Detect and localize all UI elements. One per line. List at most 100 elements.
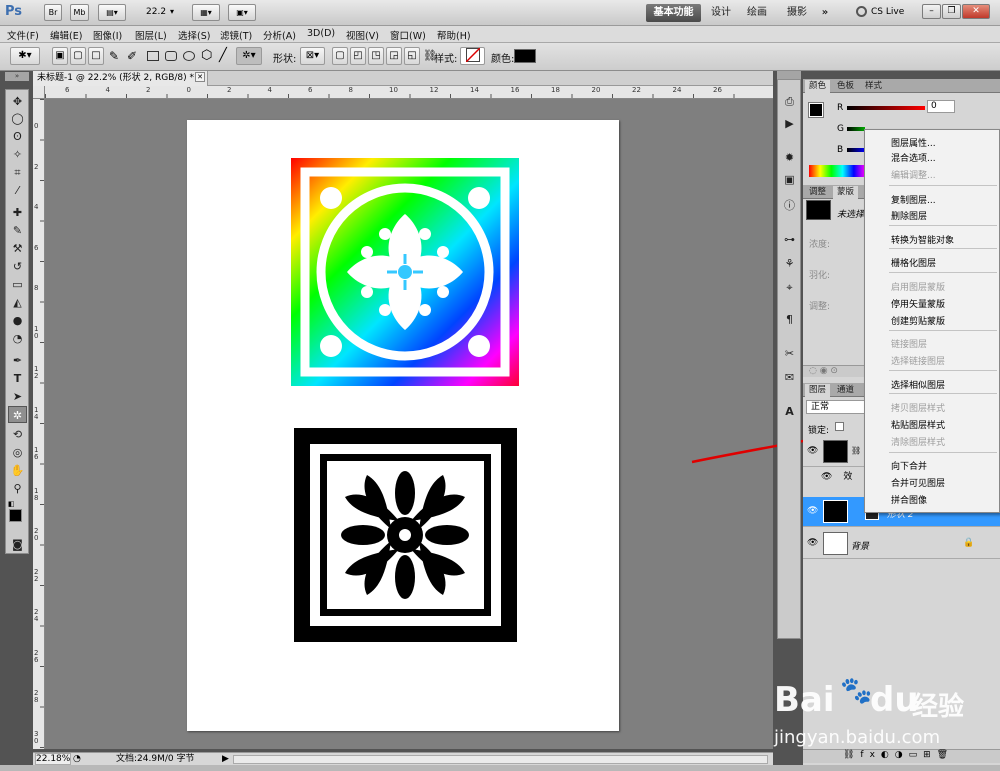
menu-select[interactable]: 选择(S) — [178, 28, 210, 42]
hand-tool-icon[interactable]: ✋ — [8, 462, 27, 479]
status-zoom[interactable]: 22.18% — [35, 753, 71, 765]
menu-file[interactable]: 文件(F) — [7, 28, 39, 42]
more-workspaces-button[interactable]: » — [817, 4, 833, 22]
black-ornament-shape[interactable] — [294, 428, 517, 642]
effects-row[interactable]: 👁 效 — [821, 469, 852, 482]
polygon-tool-icon[interactable]: ⬡ — [201, 48, 212, 63]
quick-mask-icon[interactable]: ◙ — [8, 536, 27, 553]
workspace-photography[interactable]: 摄影 — [784, 4, 810, 22]
context-menu-item[interactable]: 复制图层... — [891, 193, 936, 206]
screen-mode-button[interactable]: ▣▾ — [228, 4, 256, 21]
context-menu-item[interactable]: 图层属性... — [891, 136, 936, 149]
move-tool-icon[interactable]: ✥ — [8, 93, 27, 110]
eye-icon[interactable]: 👁 — [807, 506, 818, 516]
eraser-tool-icon[interactable]: ▭ — [8, 276, 27, 293]
clone-stamp-icon[interactable]: ⚒ — [8, 240, 27, 257]
rainbow-ornament-shape[interactable] — [291, 158, 519, 386]
blur-tool-icon[interactable]: ● — [8, 312, 27, 329]
eye-icon[interactable]: 👁 — [821, 472, 832, 482]
workspace-design[interactable]: 设计 — [708, 4, 734, 22]
horizontal-scrollbar[interactable] — [233, 755, 768, 764]
pen-tool-icon[interactable]: ✎ — [109, 49, 119, 63]
context-menu-item[interactable]: 混合选项... — [891, 151, 936, 164]
layer-row-background[interactable]: 👁 背景 🔒 — [803, 529, 1000, 559]
context-menu-item[interactable]: 拼合图像 — [891, 493, 927, 506]
fill-pixels-button[interactable]: □ — [88, 47, 104, 65]
history-brush-icon[interactable]: ↺ — [8, 258, 27, 275]
blend-mode-select[interactable]: 正常 — [806, 400, 866, 414]
dodge-tool-icon[interactable]: ◔ — [8, 330, 27, 347]
paragraph-icon[interactable]: ¶ — [781, 312, 798, 327]
red-slider[interactable] — [847, 106, 925, 110]
brush-tool-icon[interactable]: ✎ — [8, 222, 27, 239]
eye-icon[interactable]: 👁 — [807, 538, 818, 548]
tab-swatches[interactable]: 色板 — [833, 80, 858, 93]
document-tab[interactable]: 未标题-1 @ 22.2% (形状 2, RGB/8) * ✕ — [33, 71, 208, 86]
add-shape-area-button[interactable]: ◰ — [350, 47, 366, 65]
color-swatch[interactable] — [514, 49, 536, 63]
character-icon[interactable]: A — [781, 404, 798, 419]
exclude-shape-area-button[interactable]: ◱ — [404, 47, 420, 65]
context-menu-item[interactable]: 选择相似图层 — [891, 378, 945, 391]
tab-color[interactable]: 颜色 — [805, 80, 831, 93]
tab-adjustments[interactable]: 调整 — [805, 186, 830, 199]
freeform-pen-icon[interactable]: ✐ — [127, 49, 137, 63]
context-menu-item[interactable]: 合并可见图层 — [891, 476, 945, 489]
workspace-painting[interactable]: 绘画 — [744, 4, 770, 22]
menu-filter[interactable]: 滤镜(T) — [220, 28, 252, 42]
tab-styles[interactable]: 样式 — [861, 80, 886, 93]
custom-shape-tool-icon[interactable]: ✲ — [8, 406, 27, 423]
minibridge-button[interactable]: Mb — [70, 4, 89, 21]
shape-layers-button[interactable]: ▣ — [52, 47, 68, 65]
new-shape-area-button[interactable]: ▢ — [332, 47, 348, 65]
3d-rotate-icon[interactable]: ⟲ — [8, 426, 27, 443]
blue-slider[interactable] — [847, 148, 865, 152]
eye-icon[interactable]: 👁 — [807, 446, 818, 456]
minimize-button[interactable]: – — [922, 4, 941, 19]
3d-orbit-icon[interactable]: ◎ — [8, 444, 27, 461]
color-ramp[interactable] — [809, 165, 865, 177]
menu-window[interactable]: 窗口(W) — [390, 28, 426, 42]
eyedropper-tool-icon[interactable]: ⁄ — [8, 182, 27, 199]
tools-3d-icon[interactable]: ✂ — [781, 346, 798, 361]
lasso-tool-icon[interactable]: ʘ — [8, 128, 27, 145]
green-slider[interactable] — [847, 127, 865, 131]
zoom-tool-icon[interactable]: ⚲ — [8, 480, 27, 497]
cslive-button[interactable]: CS Live — [871, 7, 904, 17]
actions-icon[interactable]: ▶ — [781, 116, 798, 131]
brush-presets-icon[interactable]: ✹ — [781, 150, 798, 165]
panel-fg-color[interactable] — [808, 102, 824, 118]
subtract-shape-area-button[interactable]: ◳ — [368, 47, 384, 65]
rounded-rectangle-icon[interactable] — [165, 51, 177, 61]
icon-strip-header[interactable] — [777, 71, 801, 79]
3d-panel-icon[interactable]: ⚘ — [781, 256, 798, 271]
line-tool-icon[interactable]: ╱ — [219, 48, 227, 63]
healing-brush-icon[interactable]: ✚ — [8, 204, 27, 221]
arrange-documents-button[interactable]: ▦▾ — [192, 4, 220, 21]
intersect-shape-area-button[interactable]: ◲ — [386, 47, 402, 65]
restore-button[interactable]: ❐ — [942, 4, 961, 19]
foreground-color-swatch[interactable] — [9, 509, 22, 522]
custom-shape-tool-icon[interactable]: ✲▾ — [236, 47, 262, 65]
history-icon[interactable]: ⎙ — [781, 94, 798, 109]
chevron-down-icon[interactable]: ▾ — [170, 7, 174, 16]
menu-view[interactable]: 视图(V) — [346, 28, 379, 42]
tab-masks[interactable]: 蒙版 — [833, 186, 859, 199]
menu-analysis[interactable]: 分析(A) — [263, 28, 296, 42]
view-extras-button[interactable]: ▤▾ — [98, 4, 126, 21]
type-tool-icon[interactable]: T — [8, 370, 27, 387]
context-menu-item[interactable]: 创建剪贴蒙版 — [891, 314, 945, 327]
menu-help[interactable]: 帮助(H) — [437, 28, 471, 42]
paint-bucket-icon[interactable]: ◭ — [8, 294, 27, 311]
style-picker[interactable] — [460, 47, 485, 65]
measurement-icon[interactable]: ⌖ — [781, 280, 798, 295]
menu-layer[interactable]: 图层(L) — [135, 28, 167, 42]
menu-3d[interactable]: 3D(D) — [307, 28, 335, 39]
menu-image[interactable]: 图像(I) — [93, 28, 122, 42]
quick-selection-icon[interactable]: ✧ — [8, 146, 27, 163]
notes-icon[interactable]: ✉ — [781, 370, 798, 385]
tool-presets-icon[interactable]: ⊶ — [781, 232, 798, 247]
info-icon[interactable]: ⓘ — [781, 198, 798, 213]
marquee-tool-icon[interactable]: ◯ — [8, 110, 27, 127]
ellipse-tool-icon[interactable] — [183, 51, 195, 61]
